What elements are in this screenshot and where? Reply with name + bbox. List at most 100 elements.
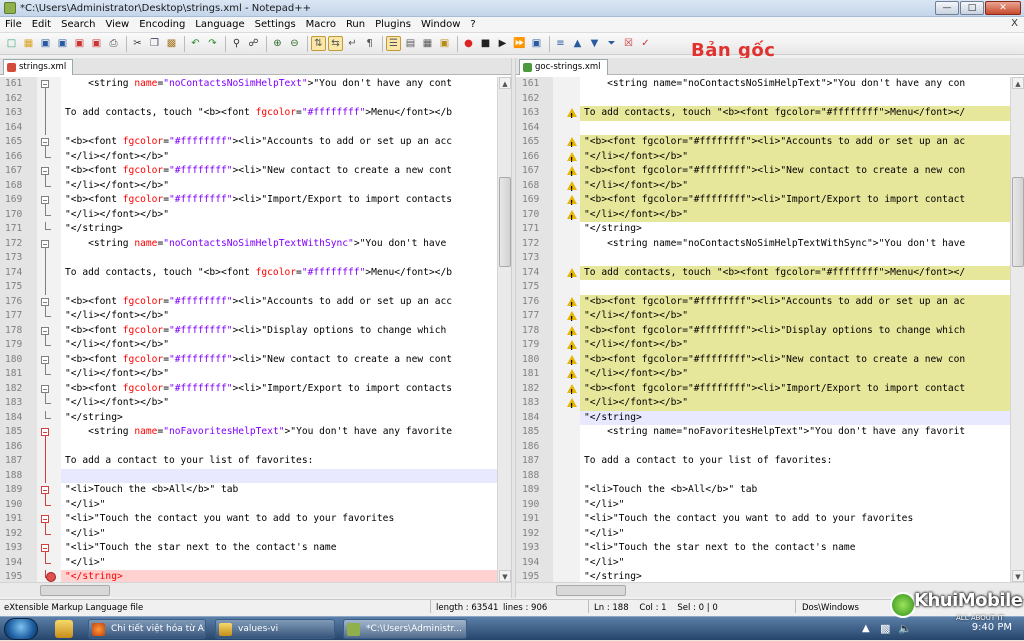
open-file-icon[interactable]: ▦: [21, 36, 36, 51]
right-vertical-scrollbar[interactable]: ▲ ▼: [1010, 77, 1024, 582]
line-number: 178: [516, 323, 553, 338]
menu-encoding[interactable]: Encoding: [134, 17, 190, 33]
left-vertical-scrollbar[interactable]: ▲ ▼: [497, 77, 511, 582]
scroll-down-icon[interactable]: ▼: [1012, 570, 1024, 582]
sync-horizontal-scroll-icon[interactable]: ⇆: [328, 36, 343, 51]
fold-toggle-icon[interactable]: [41, 544, 49, 552]
user-language-icon[interactable]: ▤: [403, 36, 418, 51]
code-line: 188: [0, 468, 497, 483]
close-all-icon[interactable]: ▣: [89, 36, 104, 51]
compare-icon[interactable]: ≡: [553, 36, 568, 51]
minimize-button[interactable]: —: [935, 1, 959, 15]
scroll-thumb[interactable]: [499, 177, 511, 267]
menu-window[interactable]: Window: [416, 17, 465, 33]
undo-icon[interactable]: ↶: [188, 36, 203, 51]
save-icon[interactable]: ▣: [38, 36, 53, 51]
code-line: 171 "</string>: [516, 222, 1010, 237]
menu-help[interactable]: ?: [465, 17, 480, 33]
stop-macro-icon[interactable]: ■: [478, 36, 493, 51]
scroll-thumb[interactable]: [40, 585, 110, 596]
fold-toggle-icon[interactable]: [41, 428, 49, 436]
menu-language[interactable]: Language: [190, 17, 249, 33]
code-text: "<b><font fgcolor="#ffffffff"><li>"Impor…: [580, 193, 1010, 208]
left-horizontal-scrollbar[interactable]: [0, 582, 511, 597]
right-code-area[interactable]: 161 <string name="noContactsNoSimHelpTex…: [516, 77, 1010, 582]
zoom-out-icon[interactable]: ⊖: [287, 36, 302, 51]
start-button[interactable]: [4, 618, 38, 640]
close-file-icon[interactable]: ▣: [72, 36, 87, 51]
find-icon[interactable]: ⚲: [229, 36, 244, 51]
tab-goc-strings-xml[interactable]: goc-strings.xml: [519, 59, 608, 75]
close-button[interactable]: ✕: [985, 1, 1021, 15]
menu-run[interactable]: Run: [341, 17, 370, 33]
taskbar-item-notepadpp[interactable]: *C:\Users\Administr...: [343, 619, 467, 639]
record-macro-icon[interactable]: ●: [461, 36, 476, 51]
maximize-button[interactable]: □: [960, 1, 984, 15]
fold-toggle-icon[interactable]: [41, 515, 49, 523]
scroll-down-icon[interactable]: ▼: [499, 570, 511, 582]
redo-icon[interactable]: ↷: [205, 36, 220, 51]
fold-toggle-icon[interactable]: [41, 486, 49, 494]
fold-toggle-icon[interactable]: [41, 355, 49, 364]
last-diff-icon[interactable]: ⏷: [604, 36, 619, 51]
menu-file[interactable]: File: [0, 17, 27, 33]
diff-warning-icon: [567, 151, 577, 167]
explorer-icon[interactable]: [55, 620, 73, 638]
fold-toggle-icon[interactable]: [41, 80, 49, 88]
indent-guide-icon[interactable]: ☰: [386, 36, 401, 51]
next-diff-icon[interactable]: ▼: [587, 36, 602, 51]
line-number: 165: [516, 135, 553, 150]
zoom-in-icon[interactable]: ⊕: [270, 36, 285, 51]
paste-icon[interactable]: ▩: [164, 36, 179, 51]
fold-toggle-icon[interactable]: [41, 384, 49, 393]
save-macro-icon[interactable]: ▣: [529, 36, 544, 51]
code-text: "<b><font fgcolor="#ffffffff"><li>"New c…: [580, 164, 1010, 179]
taskbar-item-browser[interactable]: Chi tiết việt hóa từ A...: [88, 619, 206, 639]
word-wrap-icon[interactable]: ↵: [345, 36, 360, 51]
menu-view[interactable]: View: [100, 17, 134, 33]
copy-icon[interactable]: ❐: [147, 36, 162, 51]
diff-gutter: [553, 367, 580, 385]
spell-check-icon[interactable]: ✓: [638, 36, 653, 51]
print-icon[interactable]: ⎙: [106, 36, 121, 51]
new-file-icon[interactable]: □: [4, 36, 19, 51]
previous-diff-icon[interactable]: ▲: [570, 36, 585, 51]
cut-icon[interactable]: ✂: [130, 36, 145, 51]
play-macro-icon[interactable]: ▶: [495, 36, 510, 51]
scroll-thumb[interactable]: [1012, 177, 1024, 267]
fold-toggle-icon[interactable]: [41, 297, 49, 306]
scroll-up-icon[interactable]: ▲: [499, 77, 511, 89]
replace-icon[interactable]: ☍: [246, 36, 261, 51]
menu-edit[interactable]: Edit: [27, 17, 56, 33]
clear-compare-icon[interactable]: ☒: [621, 36, 636, 51]
fold-toggle-icon[interactable]: [41, 167, 49, 175]
tab-strings-xml[interactable]: strings.xml: [3, 59, 74, 75]
menu-plugins[interactable]: Plugins: [370, 17, 416, 33]
play-multiple-icon[interactable]: ⏩: [512, 36, 527, 51]
menu-search[interactable]: Search: [56, 17, 100, 33]
function-list-icon[interactable]: ▣: [437, 36, 452, 51]
code-line: 169 "<b><font fgcolor="#ffffffff"><li>"Im…: [516, 193, 1010, 211]
sync-vertical-scroll-icon[interactable]: ⇅: [311, 36, 326, 51]
left-code-area[interactable]: 161 <string name="noContactsNoSimHelpTex…: [0, 77, 497, 582]
fold-toggle-icon[interactable]: [41, 239, 49, 248]
fold-toggle-icon[interactable]: [41, 138, 49, 146]
fold-toggle-icon[interactable]: [41, 326, 49, 335]
line-number: 168: [516, 178, 553, 193]
scroll-up-icon[interactable]: ▲: [1012, 77, 1024, 89]
taskbar-item-folder[interactable]: values-vi: [215, 619, 335, 639]
tray-arrow-icon[interactable]: ▲: [862, 623, 870, 634]
menu-macro[interactable]: Macro: [301, 17, 341, 33]
code-text: <string name="noContactsNoSimHelpTextWit…: [584, 237, 966, 249]
windows-taskbar: Chi tiết việt hóa từ A... values-vi *C:\…: [0, 616, 1024, 640]
menu-settings[interactable]: Settings: [250, 17, 301, 33]
doc-map-icon[interactable]: ▦: [420, 36, 435, 51]
close-document-icon[interactable]: X: [1011, 18, 1018, 29]
save-all-icon[interactable]: ▣: [55, 36, 70, 51]
fold-toggle-icon[interactable]: [41, 196, 49, 204]
code-line: 193 "<li>"Touch the star next to the cont…: [516, 541, 1010, 556]
diff-gutter: [553, 164, 580, 182]
show-all-chars-icon[interactable]: ¶: [362, 36, 377, 51]
scroll-thumb[interactable]: [556, 585, 626, 596]
